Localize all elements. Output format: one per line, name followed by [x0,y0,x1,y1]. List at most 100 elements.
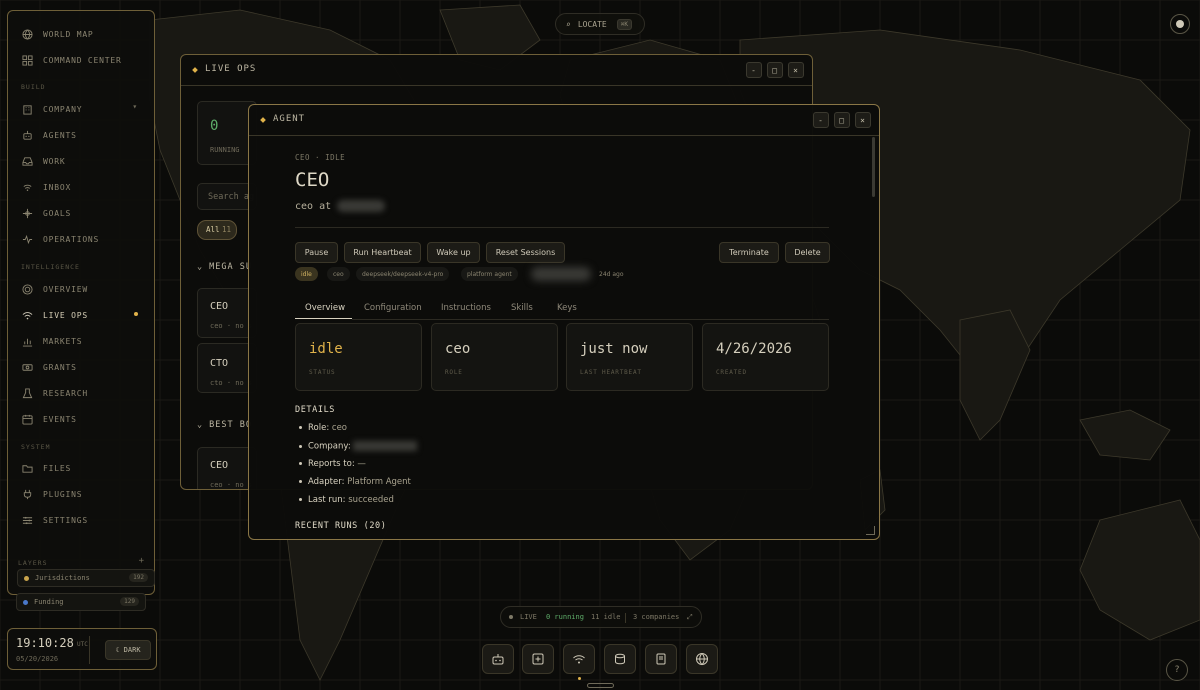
details-heading: DETAILS [295,405,336,415]
maximize-button[interactable]: □ [767,62,783,78]
locate-button[interactable]: ⌕ LOCATE ⌘K [555,13,645,35]
nav-grants[interactable]: GRANTS [22,358,150,376]
close-button[interactable]: × [855,112,871,128]
locate-label: LOCATE [577,19,607,29]
stat-value: just now [580,341,648,357]
pause-button[interactable]: Pause [295,242,338,263]
tab-skills[interactable]: Skills [511,303,533,313]
running-count: 0 [210,118,219,134]
expand-icon[interactable]: ⤢ [687,613,693,622]
layer-count: 192 [129,573,148,582]
dock-globe-button[interactable] [686,644,718,674]
plug-icon [23,489,32,499]
target-icon [22,283,33,295]
divider [295,227,829,228]
plus-square-icon [532,653,544,665]
reset-sessions-button[interactable]: Reset Sessions [486,242,565,263]
nav-operations[interactable]: OPERATIONS [22,230,150,248]
resize-handle[interactable] [866,526,875,535]
clock-panel: 19:10:28 UTC 05/20/2026 ☾ DARK [7,628,157,670]
nav-label: OPERATIONS [43,234,100,244]
section-system: SYSTEM [21,443,51,451]
nav-overview[interactable]: OVERVIEW [22,280,150,298]
stat-role: ceo ROLE [431,323,558,391]
tab-configuration[interactable]: Configuration [364,303,422,313]
nav-inbox[interactable]: INBOX [22,178,150,196]
window-titlebar[interactable]: LIVE OPS - □ × [181,55,812,86]
dock-add-button[interactable] [522,644,554,674]
agent-card-name: CEO [210,301,229,312]
close-button[interactable]: × [788,62,804,78]
window-title: LIVE OPS [205,64,257,74]
tab-keys[interactable]: Keys [557,303,577,313]
group-header-2[interactable]: ⌄ BEST BO [197,420,252,430]
folder-icon [22,464,33,473]
delete-button[interactable]: Delete [785,242,830,263]
minimize-button[interactable]: - [746,62,762,78]
agent-line-text: ceo at [295,201,332,212]
nav-command-center[interactable]: COMMAND CENTER [22,51,150,69]
scrollbar[interactable] [872,137,875,197]
chevron-down-icon[interactable]: ▾ [132,102,138,111]
help-button[interactable]: ? [1166,659,1188,681]
nav-files[interactable]: FILES [22,459,150,477]
nav-events[interactable]: EVENTS [22,410,150,428]
layer-funding[interactable]: Funding 129 [16,593,146,611]
maximize-button[interactable]: □ [834,112,850,128]
layer-jurisdictions[interactable]: Jurisdictions 192 [17,569,155,587]
nav-live-ops[interactable]: LIVE OPS [22,306,150,324]
nav-agents[interactable]: AGENTS [22,126,150,144]
redacted-text [352,441,417,451]
signal-icon [23,184,32,191]
dock-agents-button[interactable] [482,644,514,674]
nav-label: PLUGINS [43,489,83,499]
theme-label: DARK [123,646,141,654]
minimize-button[interactable]: - [813,112,829,128]
chart-icon [22,338,33,347]
nav-work[interactable]: WORK [22,152,150,170]
chevron-down-icon: ⌄ [197,420,204,430]
theme-toggle-button[interactable]: ☾ DARK [105,640,151,660]
group-header-1[interactable]: ⌄ MEGA SU [197,262,252,272]
globe-icon [696,653,708,666]
nav-company[interactable]: COMPANY ▾ [22,100,150,118]
cash-icon [22,363,33,371]
active-indicator [134,312,138,316]
nav-label: GOALS [43,208,72,218]
terminate-button[interactable]: Terminate [719,242,779,263]
tab-instructions[interactable]: Instructions [441,303,491,313]
dock-database-button[interactable] [604,644,636,674]
sliders-icon [22,516,33,524]
building-icon [23,104,32,115]
dock-docs-button[interactable] [645,644,677,674]
live-label: LIVE [520,613,537,621]
status-badge: idle [295,267,318,281]
detail-value: ceo [331,423,347,433]
nav-research[interactable]: RESEARCH [22,384,150,402]
nav-goals[interactable]: GOALS [22,204,150,222]
nav-world-map[interactable]: WORLD MAP [22,25,150,43]
clock-timezone: UTC [77,641,88,648]
nav-plugins[interactable]: PLUGINS [22,485,150,503]
dock-active-dot [578,677,581,680]
nav-markets[interactable]: MARKETS [22,332,150,350]
run-heartbeat-button[interactable]: Run Heartbeat [344,242,421,263]
window-titlebar[interactable]: AGENT - □ × [249,105,879,136]
tab-overview[interactable]: Overview [305,303,345,313]
nav-settings[interactable]: SETTINGS [22,511,150,529]
wake-up-button[interactable]: Wake up [427,242,480,263]
add-layer-icon[interactable]: + [139,556,144,566]
grid-icon [22,54,33,66]
filter-all-chip[interactable]: All 11 [197,220,237,240]
tray-icon [22,156,33,166]
wifi-icon [573,655,585,664]
dock-handle[interactable] [587,683,614,688]
divider [625,613,626,623]
agent-company-line: ceo at [295,200,386,212]
dock-live-ops-button[interactable] [563,644,595,674]
running-label: RUNNING [210,146,240,154]
detail-key: Adapter: [308,477,345,487]
agent-name: CEO [295,169,330,191]
stat-value: ceo [445,341,471,357]
record-indicator-icon[interactable] [1170,14,1190,34]
